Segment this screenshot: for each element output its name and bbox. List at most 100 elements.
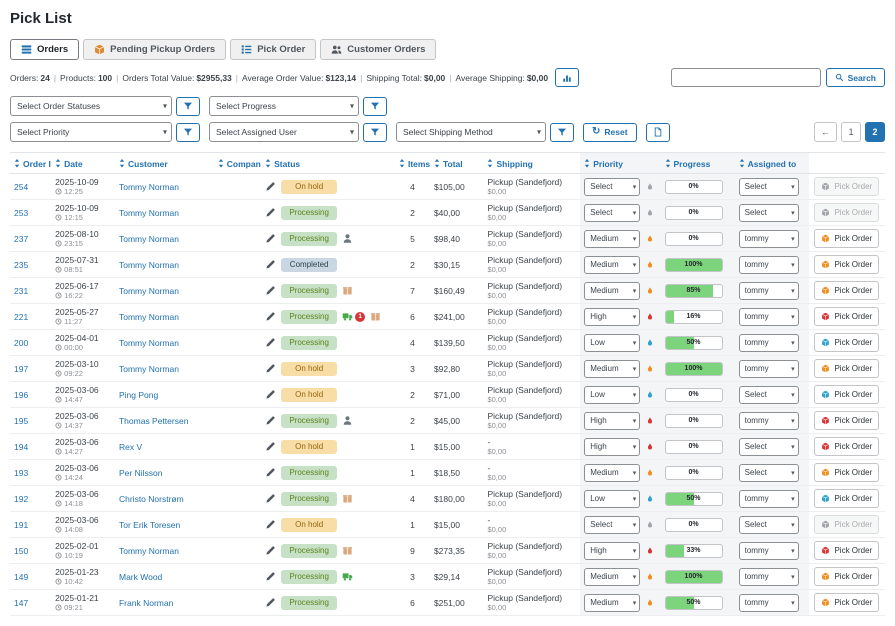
pick-order-button[interactable]: Pick Order (814, 281, 879, 300)
pick-order-button[interactable]: Pick Order (814, 515, 879, 534)
pick-order-button[interactable]: Pick Order (814, 385, 879, 404)
edit-status-icon[interactable] (265, 545, 276, 556)
assigned-select[interactable]: tommy (739, 412, 799, 430)
col-header-status[interactable]: Status (261, 153, 395, 174)
edit-status-icon[interactable] (265, 519, 276, 530)
chart-button[interactable] (555, 68, 579, 87)
priority-filter-select[interactable]: Select Priority (10, 122, 172, 142)
pick-order-button[interactable]: Pick Order (814, 567, 879, 586)
customer-link[interactable]: Christo Norstrøm (119, 494, 184, 504)
priority-select[interactable]: Medium (584, 230, 640, 248)
pick-order-button[interactable]: Pick Order (814, 411, 879, 430)
filter-assigned-user-button[interactable] (363, 123, 387, 142)
pick-order-button[interactable]: Pick Order (814, 203, 879, 222)
customer-link[interactable]: Tommy Norman (119, 286, 179, 296)
edit-status-icon[interactable] (265, 363, 276, 374)
customer-link[interactable]: Ping Pong (119, 390, 158, 400)
order-id-link[interactable]: 235 (14, 260, 28, 270)
pick-order-button[interactable]: Pick Order (814, 255, 879, 274)
priority-select[interactable]: Low (584, 386, 640, 404)
col-header-items[interactable]: Items (395, 153, 430, 174)
order-id-link[interactable]: 197 (14, 364, 28, 374)
customer-link[interactable]: Tommy Norman (119, 260, 179, 270)
filter-progress-button[interactable] (363, 97, 387, 116)
edit-status-icon[interactable] (265, 493, 276, 504)
col-header-assigned-to[interactable]: Assigned to (735, 153, 809, 174)
assigned-select[interactable]: tommy (739, 230, 799, 248)
pick-order-button[interactable]: Pick Order (814, 437, 879, 456)
col-header-customer[interactable]: Customer (115, 153, 214, 174)
order-id-link[interactable]: 196 (14, 390, 28, 400)
assigned-select[interactable]: tommy (739, 568, 799, 586)
pagination-page-1[interactable]: 1 (841, 122, 861, 142)
priority-select[interactable]: Medium (584, 282, 640, 300)
tab-pending-pickup-orders[interactable]: Pending Pickup Orders (83, 39, 226, 60)
assigned-select[interactable]: tommy (739, 334, 799, 352)
edit-status-icon[interactable] (265, 597, 276, 608)
order-id-link[interactable]: 195 (14, 416, 28, 426)
col-header-order-id[interactable]: Order ID (10, 153, 51, 174)
order-id-link[interactable]: 192 (14, 494, 28, 504)
pick-order-button[interactable]: Pick Order (814, 541, 879, 560)
pick-order-button[interactable]: Pick Order (814, 333, 879, 352)
export-button[interactable] (646, 123, 670, 142)
col-header-company[interactable]: Company (214, 153, 261, 174)
col-header-total[interactable]: Total (430, 153, 484, 174)
col-header-date[interactable]: Date (51, 153, 115, 174)
edit-status-icon[interactable] (265, 441, 276, 452)
priority-select[interactable]: Medium (584, 594, 640, 612)
pick-order-button[interactable]: Pick Order (814, 463, 879, 482)
assigned-select[interactable]: tommy (739, 490, 799, 508)
tab-customer-orders[interactable]: Customer Orders (320, 39, 436, 60)
edit-status-icon[interactable] (265, 285, 276, 296)
priority-select[interactable]: High (584, 308, 640, 326)
customer-link[interactable]: Mark Wood (119, 572, 162, 582)
filter-priority-button[interactable] (176, 123, 200, 142)
pagination-prev-button[interactable]: ← (814, 122, 837, 142)
assigned-user-filter-select[interactable]: Select Assigned User (209, 122, 359, 142)
priority-select[interactable]: High (584, 542, 640, 560)
order-id-link[interactable]: 237 (14, 234, 28, 244)
tab-pick-order[interactable]: Pick Order (230, 39, 316, 60)
edit-status-icon[interactable] (265, 337, 276, 348)
edit-status-icon[interactable] (265, 571, 276, 582)
priority-select[interactable]: Low (584, 490, 640, 508)
priority-select[interactable]: Select (584, 204, 640, 222)
assigned-select[interactable]: tommy (739, 360, 799, 378)
customer-link[interactable]: Tommy Norman (119, 182, 179, 192)
pick-order-button[interactable]: Pick Order (814, 177, 879, 196)
customer-link[interactable]: Tommy Norman (119, 312, 179, 322)
pick-order-button[interactable]: Pick Order (814, 489, 879, 508)
filter-shipping-method-button[interactable] (550, 123, 574, 142)
shipping-method-filter-select[interactable]: Select Shipping Method (396, 122, 546, 142)
assigned-select[interactable]: Select (739, 438, 799, 456)
pick-order-button[interactable]: Pick Order (814, 229, 879, 248)
edit-status-icon[interactable] (265, 259, 276, 270)
customer-link[interactable]: Per Nilsson (119, 468, 162, 478)
customer-link[interactable]: Tommy Norman (119, 208, 179, 218)
assigned-select[interactable]: tommy (739, 282, 799, 300)
assigned-select[interactable]: Select (739, 386, 799, 404)
order-id-link[interactable]: 254 (14, 182, 28, 192)
edit-status-icon[interactable] (265, 181, 276, 192)
customer-link[interactable]: Tommy Norman (119, 364, 179, 374)
filter-order-statuses-button[interactable] (176, 97, 200, 116)
search-input[interactable] (671, 68, 821, 87)
reset-button[interactable]: ↻ Reset (583, 123, 637, 142)
priority-select[interactable]: Select (584, 178, 640, 196)
assigned-select[interactable]: Select (739, 204, 799, 222)
assigned-select[interactable]: Select (739, 516, 799, 534)
order-statuses-select[interactable]: Select Order Statuses (10, 96, 172, 116)
progress-filter-select[interactable]: Select Progress (209, 96, 359, 116)
assigned-select[interactable]: Select (739, 464, 799, 482)
order-id-link[interactable]: 147 (14, 598, 28, 608)
pagination-page-2[interactable]: 2 (865, 122, 885, 142)
col-header-priority[interactable]: Priority (580, 153, 660, 174)
edit-status-icon[interactable] (265, 467, 276, 478)
priority-select[interactable]: Medium (584, 568, 640, 586)
order-id-link[interactable]: 221 (14, 312, 28, 322)
order-id-link[interactable]: 194 (14, 442, 28, 452)
edit-status-icon[interactable] (265, 311, 276, 322)
edit-status-icon[interactable] (265, 415, 276, 426)
priority-select[interactable]: Medium (584, 464, 640, 482)
